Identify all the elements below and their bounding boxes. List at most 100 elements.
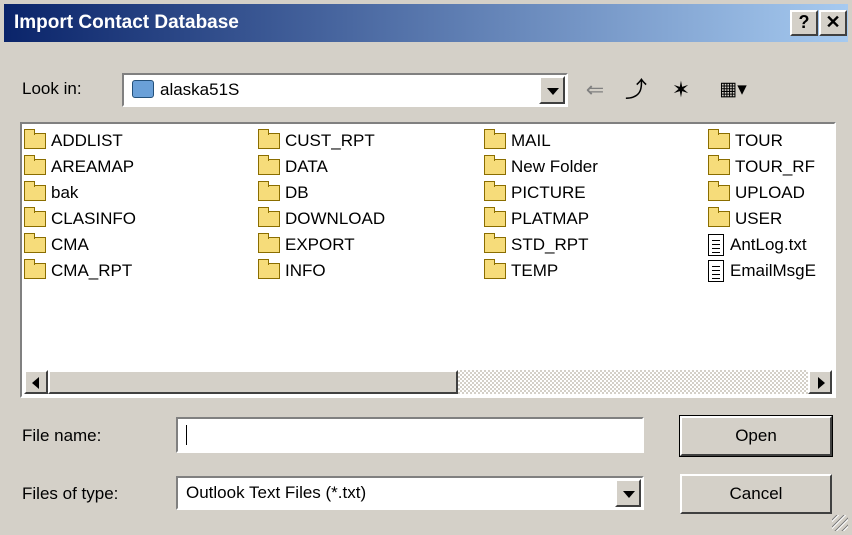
folder-icon xyxy=(484,181,506,201)
list-item[interactable]: MAIL xyxy=(484,128,551,154)
view-menu-icon[interactable]: ▦▾ xyxy=(710,75,756,105)
list-item[interactable]: TEMP xyxy=(484,258,558,284)
list-item-label: MAIL xyxy=(511,131,551,150)
resize-grip[interactable] xyxy=(832,515,848,531)
folder-icon xyxy=(708,155,730,175)
folder-icon xyxy=(258,233,280,253)
folder-icon xyxy=(24,259,46,279)
list-item-label: DB xyxy=(285,183,309,202)
list-item[interactable]: EmailMsgE xyxy=(708,258,816,284)
folder-icon xyxy=(258,129,280,149)
list-item-label: New Folder xyxy=(511,157,598,176)
list-item-label: CMA xyxy=(51,235,89,254)
list-item[interactable]: CMA xyxy=(24,232,89,258)
list-item-label: DOWNLOAD xyxy=(285,209,386,228)
list-item[interactable]: USER xyxy=(708,206,782,232)
list-item-label: INFO xyxy=(285,261,326,280)
list-item[interactable]: INFO xyxy=(258,258,326,284)
folder-icon xyxy=(24,181,46,201)
network-drive-icon xyxy=(132,80,154,98)
list-item[interactable]: DATA xyxy=(258,154,328,180)
title-bar[interactable]: Import Contact Database ? ✕ xyxy=(4,4,848,42)
new-folder-icon[interactable]: ✶ xyxy=(664,75,698,105)
text-file-icon xyxy=(708,260,724,282)
file-type-dropdown-button[interactable] xyxy=(615,479,641,507)
look-in-value: alaska51S xyxy=(160,80,240,99)
scroll-left-icon[interactable] xyxy=(24,370,48,394)
list-item-label: EXPORT xyxy=(285,235,355,254)
list-item-label: ADDLIST xyxy=(51,131,123,150)
list-item[interactable]: CUST_RPT xyxy=(258,128,375,154)
look-in-label: Look in: xyxy=(22,79,82,98)
list-item-label: CUST_RPT xyxy=(285,131,375,150)
file-type-select[interactable]: Outlook Text Files (*.txt) xyxy=(176,476,644,510)
folder-icon xyxy=(484,233,506,253)
folder-icon xyxy=(258,207,280,227)
folder-icon xyxy=(484,129,506,149)
list-item[interactable]: New Folder xyxy=(484,154,598,180)
file-name-label: File name: xyxy=(22,426,102,445)
list-item[interactable]: PLATMAP xyxy=(484,206,589,232)
scroll-right-icon[interactable] xyxy=(808,370,832,394)
folder-icon xyxy=(24,129,46,149)
list-item-label: AREAMAP xyxy=(51,157,135,176)
file-type-label: Files of type: xyxy=(22,484,119,503)
list-item-label: TOUR xyxy=(735,131,783,150)
list-item[interactable]: PICTURE xyxy=(484,180,586,206)
list-item-label: bak xyxy=(51,183,79,202)
list-item[interactable]: UPLOAD xyxy=(708,180,805,206)
list-item-label: PICTURE xyxy=(511,183,586,202)
list-item[interactable]: TOUR_RF xyxy=(708,154,815,180)
list-item-label: CMA_RPT xyxy=(51,261,133,280)
list-item-label: USER xyxy=(735,209,783,228)
list-item[interactable]: DOWNLOAD xyxy=(258,206,385,232)
folder-icon xyxy=(708,207,730,227)
folder-icon xyxy=(484,207,506,227)
list-item[interactable]: AntLog.txt xyxy=(708,232,807,258)
list-item-label: CLASINFO xyxy=(51,209,137,228)
close-button[interactable]: ✕ xyxy=(819,10,847,36)
horizontal-scrollbar[interactable] xyxy=(24,370,832,394)
list-item-label: AntLog.txt xyxy=(730,235,807,254)
list-item[interactable]: bak xyxy=(24,180,78,206)
look-in-combo[interactable]: alaska51S xyxy=(122,73,568,107)
folder-icon xyxy=(484,155,506,175)
list-item-label: UPLOAD xyxy=(735,183,805,202)
file-list[interactable]: ADDLIST AREAMAP bak CLASINFO CMA CMA_RPT CUST_… xyxy=(20,122,836,398)
file-type-value: Outlook Text Files (*.txt) xyxy=(186,483,367,502)
list-item-label: DATA xyxy=(285,157,328,176)
folder-icon xyxy=(258,155,280,175)
list-item[interactable]: EXPORT xyxy=(258,232,355,258)
folder-icon xyxy=(24,155,46,175)
folder-icon xyxy=(24,233,46,253)
cancel-button[interactable]: Cancel xyxy=(680,474,832,514)
list-item[interactable]: AREAMAP xyxy=(24,154,134,180)
list-item-label: TEMP xyxy=(511,261,559,280)
window-title: Import Contact Database xyxy=(14,12,239,33)
scroll-track[interactable] xyxy=(458,370,808,394)
list-item-label: TOUR_RF xyxy=(735,157,815,176)
folder-icon xyxy=(708,129,730,149)
look-in-dropdown-button[interactable] xyxy=(539,76,565,104)
help-button[interactable]: ? xyxy=(790,10,818,36)
text-file-icon xyxy=(708,234,724,256)
import-dialog: Import Contact Database ? ✕ Look in: ala… xyxy=(0,0,852,535)
list-item[interactable]: CMA_RPT xyxy=(24,258,132,284)
list-item[interactable]: STD_RPT xyxy=(484,232,588,258)
list-item[interactable]: ADDLIST xyxy=(24,128,123,154)
list-item[interactable]: TOUR xyxy=(708,128,783,154)
list-item[interactable]: CLASINFO xyxy=(24,206,136,232)
list-item[interactable]: DB xyxy=(258,180,309,206)
folder-icon xyxy=(484,259,506,279)
scroll-thumb[interactable] xyxy=(48,370,458,394)
up-folder-icon[interactable]: ⤴ xyxy=(620,75,652,105)
back-icon[interactable]: ⇐ xyxy=(580,75,610,105)
open-button[interactable]: Open xyxy=(679,415,833,457)
folder-icon xyxy=(258,181,280,201)
folder-icon xyxy=(708,181,730,201)
list-item-label: PLATMAP xyxy=(511,209,590,228)
folder-icon xyxy=(258,259,280,279)
list-item-label: STD_RPT xyxy=(511,235,589,254)
text-cursor xyxy=(186,425,187,445)
file-name-input[interactable] xyxy=(176,417,644,453)
